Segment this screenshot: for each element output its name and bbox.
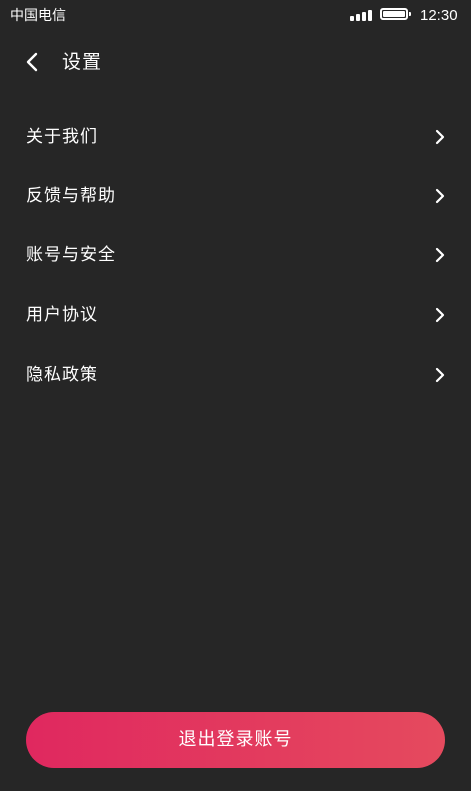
chevron-right-icon [435,367,445,383]
back-button[interactable] [18,47,48,77]
chevron-right-icon [435,247,445,263]
menu-item-label: 关于我们 [26,127,98,147]
menu-item-user-agreement[interactable]: 用户协议 [0,286,471,344]
menu-item-privacy-policy[interactable]: 隐私政策 [0,346,471,404]
chevron-right-icon [435,129,445,145]
carrier-label: 中国电信 [10,8,66,24]
menu-item-label: 反馈与帮助 [26,186,116,206]
menu-item-feedback-help[interactable]: 反馈与帮助 [0,167,471,225]
page-title: 设置 [62,51,103,73]
chevron-right-icon [435,307,445,323]
clock-time: 12:30 [420,7,458,24]
menu-item-label: 隐私政策 [26,365,98,385]
battery-icon [380,8,411,20]
menu-item-label: 账号与安全 [26,245,116,265]
status-bar: 中国电信 12:30 [0,0,471,32]
chevron-right-icon [435,188,445,204]
signal-icon [350,9,372,21]
menu-item-label: 用户协议 [26,305,98,325]
header: 设置 [0,40,471,84]
logout-button-label: 退出登录账号 [178,729,293,750]
logout-button[interactable]: 退出登录账号 [26,712,445,768]
menu-item-about-us[interactable]: 关于我们 [0,108,471,166]
menu-item-account-security[interactable]: 账号与安全 [0,226,471,284]
chevron-left-icon [26,52,38,72]
